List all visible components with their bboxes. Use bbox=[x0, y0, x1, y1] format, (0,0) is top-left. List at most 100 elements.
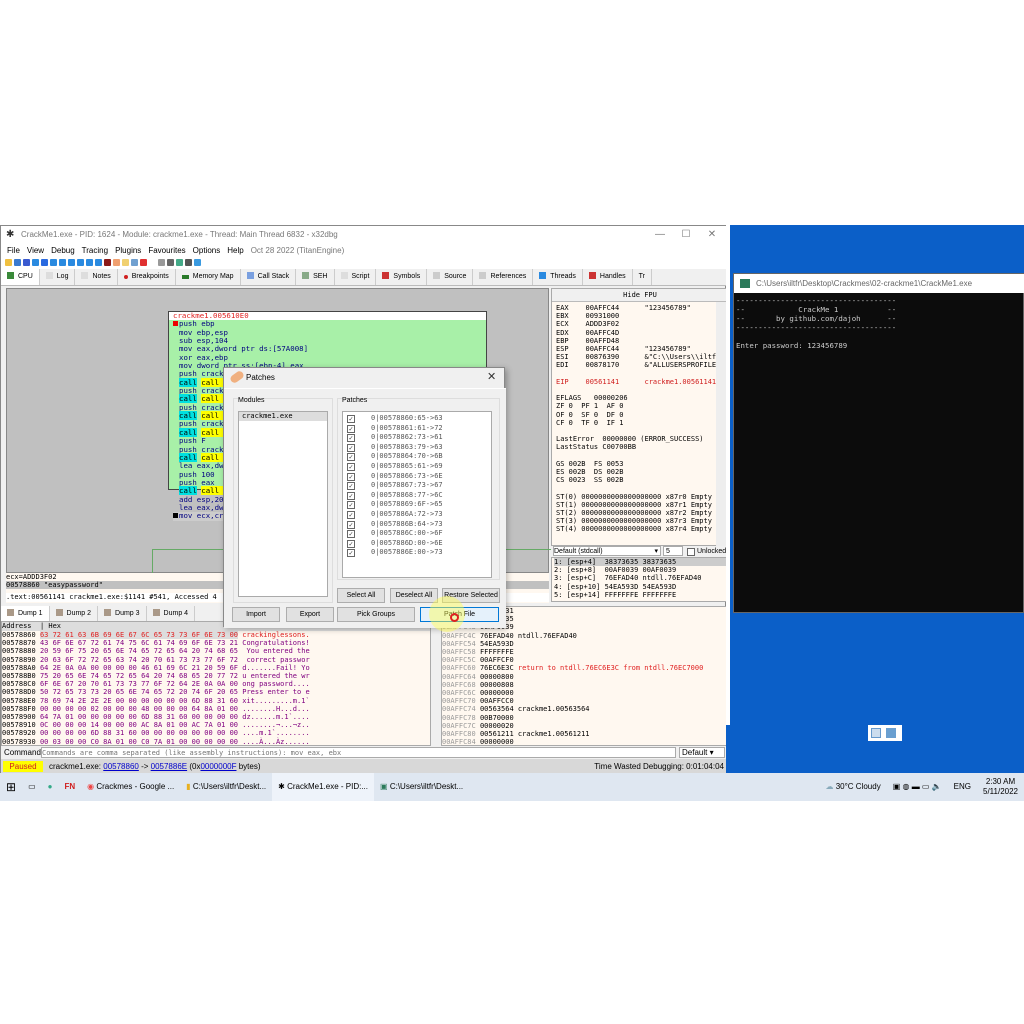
taskbar-item-console[interactable]: ▣ C:\Users\iltfr\Deskt... bbox=[374, 773, 469, 801]
register-line[interactable] bbox=[556, 484, 716, 492]
registers-scrollbar[interactable] bbox=[716, 302, 726, 547]
tab-cpu[interactable]: CPU bbox=[1, 269, 40, 285]
start-button[interactable]: ⊞ bbox=[0, 773, 22, 801]
tab-memory-map[interactable]: Memory Map bbox=[176, 269, 241, 285]
patch-item[interactable]: ✓ 0|00578866:73->6E bbox=[347, 472, 491, 482]
minimize-button[interactable]: — bbox=[647, 226, 673, 244]
dialog-close-button[interactable]: ✕ bbox=[487, 370, 496, 383]
register-line[interactable]: EFLAGS 00000206 bbox=[556, 394, 716, 402]
register-line[interactable] bbox=[556, 370, 716, 378]
dump-row[interactable]: 005788C0 6F 6E 67 20 70 61 73 73 77 6F 7… bbox=[2, 680, 430, 688]
patch-checkbox[interactable]: ✓ bbox=[347, 530, 355, 539]
arg-count-spinner[interactable]: 5 bbox=[663, 546, 683, 556]
hex-dump-panel[interactable]: Address | Hex 00578860 63 72 61 63 6B 69… bbox=[1, 621, 431, 746]
app-icon[interactable]: ● bbox=[42, 773, 59, 801]
tab-source[interactable]: Source bbox=[427, 269, 474, 285]
calling-convention-select[interactable]: Default (stdcall) ▾ bbox=[553, 546, 661, 556]
deselect-all-button[interactable]: Deselect All bbox=[390, 588, 438, 603]
import-button[interactable]: Import bbox=[232, 607, 280, 622]
patch-checkbox[interactable]: ✓ bbox=[347, 434, 355, 443]
tab-trace[interactable]: Tr bbox=[633, 269, 652, 285]
patch-item[interactable]: ✓ 0|00578862:73->61 bbox=[347, 433, 491, 443]
dump-row[interactable]: 005788B0 75 20 65 6E 74 65 72 65 64 20 7… bbox=[2, 672, 430, 680]
register-line[interactable]: ES 002B DS 002B bbox=[556, 468, 716, 476]
patch-item[interactable]: ✓ 0|00578865:61->69 bbox=[347, 462, 491, 472]
dump-row[interactable]: 00578900 64 7A 01 00 00 00 00 00 6D 88 3… bbox=[2, 713, 430, 721]
patches-list[interactable]: ✓ 0|00578860:65->63 ✓ 0|00578861:61->72 ✓ 0|0… bbox=[342, 411, 492, 578]
menu-file[interactable]: File bbox=[7, 246, 20, 255]
tab-handles[interactable]: Handles bbox=[583, 269, 633, 285]
register-line[interactable]: EIP 00561141 crackme1.00561141 bbox=[556, 378, 716, 386]
patch-item[interactable]: ✓ 0|00578869:6F->65 bbox=[347, 500, 491, 510]
language-indicator[interactable]: ENG bbox=[948, 773, 977, 801]
stack-row[interactable]: 00AFFC78 00B70000 bbox=[442, 714, 726, 722]
argument-line[interactable]: 5: [esp+14] FFFFFFFE FFFFFFFE bbox=[554, 591, 726, 599]
stack-row[interactable]: 00AFFC74 00563564 crackme1.00563564 bbox=[442, 705, 726, 713]
unlocked-checkbox[interactable] bbox=[687, 548, 695, 556]
menu-help[interactable]: Help bbox=[227, 246, 243, 255]
stop-icon[interactable] bbox=[23, 259, 30, 266]
to-address-link[interactable]: 0057886E bbox=[151, 762, 187, 771]
register-line[interactable]: ECX ADDD3F02 bbox=[556, 320, 716, 328]
tab-seh[interactable]: SEH bbox=[296, 269, 335, 285]
tab-threads[interactable]: Threads bbox=[533, 269, 583, 285]
register-line[interactable]: EDX 00AFFC4D bbox=[556, 329, 716, 337]
labels-icon[interactable] bbox=[131, 259, 138, 266]
comments-icon[interactable] bbox=[122, 259, 129, 266]
register-line[interactable]: EAX 00AFFC44 "123456789" bbox=[556, 304, 716, 312]
functions-icon[interactable] bbox=[149, 259, 156, 266]
patch-checkbox[interactable]: ✓ bbox=[347, 491, 355, 500]
patch-item[interactable]: ✓ 0|0057886C:00->6F bbox=[347, 529, 491, 539]
hide-fpu-button[interactable]: Hide FPU bbox=[552, 289, 728, 302]
register-line[interactable]: GS 002B FS 0053 bbox=[556, 460, 716, 468]
patch-checkbox[interactable]: ✓ bbox=[347, 443, 355, 452]
patch-item[interactable]: ✓ 0|0057886D:00->6E bbox=[347, 539, 491, 549]
tab-call-stack[interactable]: Call Stack bbox=[241, 269, 297, 285]
dump-row[interactable]: 00578930 00 03 00 00 C0 8A 01 00 C0 7A 0… bbox=[2, 738, 430, 745]
taskbar-item-x32dbg[interactable]: ✱ CrackMe1.exe - PID:... bbox=[272, 773, 375, 801]
register-line[interactable] bbox=[556, 427, 716, 435]
register-line[interactable]: ESI 00876390 &"C:\\Users\\iltfr\ bbox=[556, 353, 716, 361]
patch-item[interactable]: ✓ 0|00578860:65->63 bbox=[347, 414, 491, 424]
register-line[interactable]: OF 0 SF 0 DF 0 bbox=[556, 411, 716, 419]
argument-line[interactable]: 1: [esp+4] 38373635 38373635 bbox=[554, 558, 726, 567]
patch-item[interactable]: ✓ 0|00578861:61->72 bbox=[347, 424, 491, 434]
register-line[interactable]: CS 0023 SS 002B bbox=[556, 476, 716, 484]
stack-row[interactable]: 00AFFC54 54EA593D bbox=[442, 640, 726, 648]
menu-tracing[interactable]: Tracing bbox=[82, 246, 108, 255]
register-line[interactable] bbox=[556, 452, 716, 460]
patch-checkbox[interactable]: ✓ bbox=[347, 462, 355, 471]
dump-row[interactable]: 00578920 00 00 00 00 6D 88 31 60 00 00 0… bbox=[2, 729, 430, 737]
stack-row[interactable]: 00AFFC84 00000000 bbox=[442, 738, 726, 745]
stack-row[interactable]: 00AFFC5C 00AFFCF0 bbox=[442, 656, 726, 664]
help-icon[interactable] bbox=[176, 259, 183, 266]
modules-list[interactable]: crackme1.exe bbox=[238, 411, 328, 597]
stack-row[interactable]: 00AFFC64 00000800 bbox=[442, 673, 726, 681]
patch-item[interactable]: ✓ 0|00578868:77->6C bbox=[347, 491, 491, 501]
register-line[interactable]: EDI 00878170 &"ALLUSERSPROFILE=C bbox=[556, 361, 716, 369]
register-line[interactable]: ESP 00AFFC44 "123456789" bbox=[556, 345, 716, 353]
register-line[interactable]: LastStatus C00700BB bbox=[556, 443, 716, 451]
open-icon[interactable] bbox=[5, 259, 12, 266]
maximize-button[interactable]: ☐ bbox=[673, 226, 699, 244]
tab-notes[interactable]: Notes bbox=[75, 269, 118, 285]
patch-item[interactable]: ✓ 0|00578867:73->67 bbox=[347, 481, 491, 491]
globe-icon[interactable] bbox=[194, 259, 201, 266]
from-address-link[interactable]: 00578860 bbox=[103, 762, 139, 771]
export-button[interactable]: Export bbox=[286, 607, 334, 622]
patch-item[interactable]: ✓ 0|00578863:79->63 bbox=[347, 443, 491, 453]
font-icon[interactable] bbox=[167, 259, 174, 266]
fn-app-icon[interactable]: FN bbox=[58, 773, 81, 801]
argument-line[interactable]: 4: [esp+10] 54EA593D 54EA593D bbox=[554, 583, 726, 591]
tab-script[interactable]: Script bbox=[335, 269, 377, 285]
dump-row[interactable]: 005788F0 00 00 00 00 02 00 00 00 48 00 0… bbox=[2, 705, 430, 713]
step-into-icon[interactable] bbox=[50, 259, 57, 266]
patch-checkbox[interactable]: ✓ bbox=[347, 453, 355, 462]
register-line[interactable]: ST(3) 0000000000000000000 x87r3 Empty bbox=[556, 517, 716, 525]
register-line[interactable]: ZF 0 PF 1 AF 0 bbox=[556, 402, 716, 410]
calculator-icon[interactable] bbox=[185, 259, 192, 266]
register-line[interactable]: ST(4) 0000000000000000000 x87r4 Empty bbox=[556, 525, 716, 533]
stack-row[interactable]: 00AFFC70 00AFFCC0 bbox=[442, 697, 726, 705]
tab-dump-4[interactable]: Dump 4 bbox=[147, 606, 196, 622]
patch-item[interactable]: ✓ 0|0057886E:00->73 bbox=[347, 548, 491, 558]
